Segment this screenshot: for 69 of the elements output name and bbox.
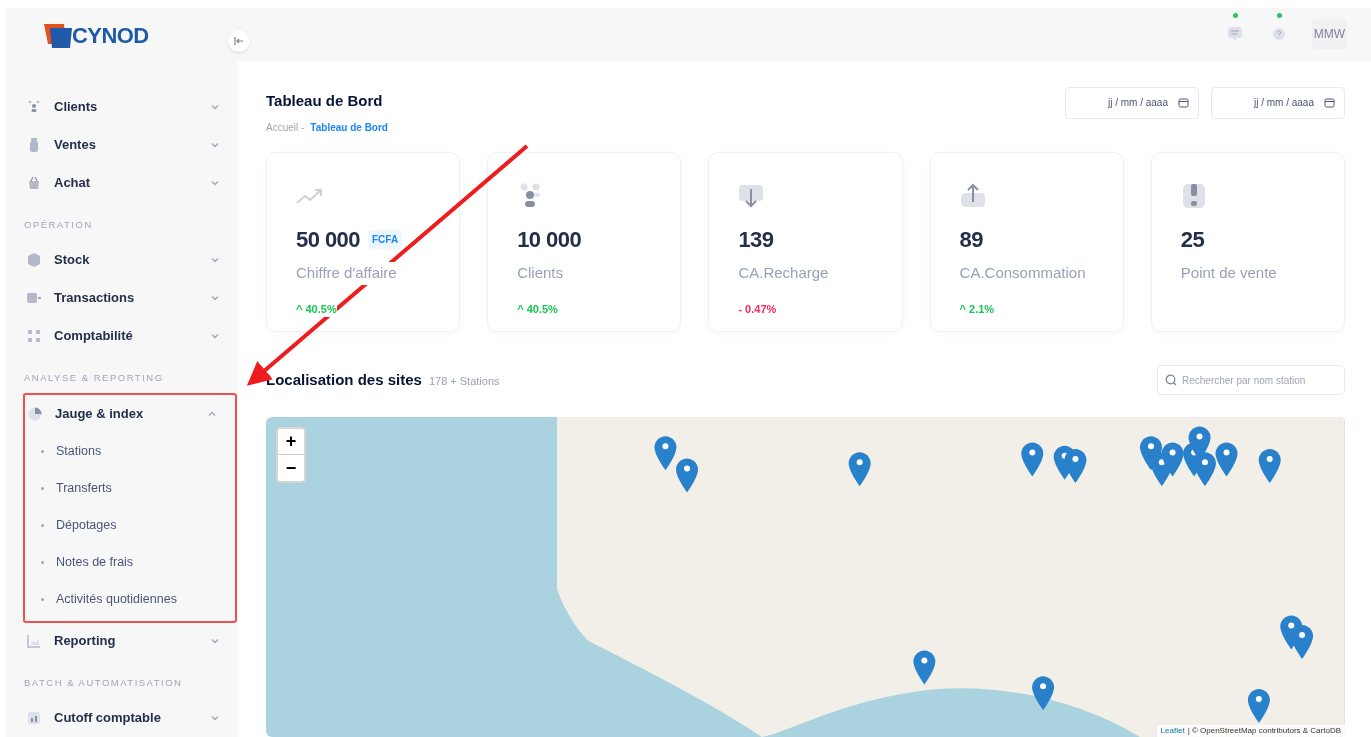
logo-text: CYNOD: [72, 22, 149, 50]
stat-value: 25: [1180, 226, 1205, 254]
nav-item[interactable]: Comptabilité: [6, 317, 238, 355]
nav-item[interactable]: Jauge & index: [25, 395, 235, 433]
section-heading: OPÉRATION: [23, 217, 94, 232]
chevron-down-icon: [210, 331, 220, 341]
nav-item[interactable]: Ventes: [6, 126, 238, 164]
grid-icon: [26, 328, 42, 344]
user-avatar[interactable]: MMW: [1311, 19, 1347, 50]
map-attribution: | © OpenStreetMap contributors & CartoDB: [1187, 725, 1341, 737]
chevron-down-icon: [210, 255, 220, 265]
message-icon: [1227, 27, 1242, 42]
download-icon: [738, 183, 765, 209]
chevron-down-icon: [210, 140, 220, 150]
section-heading: ANALYSE & REPORTING: [23, 370, 165, 385]
search-field[interactable]: Rechercher par nom station: [1157, 365, 1345, 395]
section-title: Localisation des sites: [266, 369, 422, 390]
chevron-down-icon: [210, 178, 220, 188]
chevron-down-icon: [210, 636, 220, 646]
breadcrumb-current: Tableau de Bord: [310, 121, 388, 135]
search-icon: [1165, 374, 1177, 386]
nav-item[interactable]: Transactions: [6, 279, 238, 317]
nav-subitem[interactable]: Stations: [56, 442, 102, 461]
nav-item[interactable]: Reporting: [6, 622, 238, 660]
chevron-down-icon: [210, 293, 220, 303]
nav-item[interactable]: Clients: [6, 88, 238, 126]
upload-icon: [959, 183, 986, 209]
calendar-icon: [1324, 96, 1335, 108]
zoom-in-button[interactable]: +: [278, 429, 304, 455]
stat-value: 139: [738, 226, 774, 254]
collapse-sidebar-button[interactable]: [228, 30, 250, 52]
attribution-link[interactable]: Leaflet: [1160, 725, 1185, 737]
currency-badge: FCFA: [368, 230, 403, 249]
bullet-icon: [41, 598, 44, 601]
basket-icon: [26, 175, 42, 191]
chart-icon: [26, 633, 42, 649]
nav-item[interactable]: Cutoff comptable: [6, 699, 238, 737]
chevron-up-icon: [207, 409, 217, 419]
bullet-icon: [41, 450, 44, 453]
nav-item[interactable]: Achat: [6, 164, 238, 202]
box-icon: [26, 252, 42, 268]
nav-subitem[interactable]: Activités quotidiennes: [56, 590, 177, 609]
stat-value: 50 000: [296, 226, 360, 254]
users-icon: [26, 99, 42, 115]
help-icon: [1272, 28, 1285, 41]
nav-subitem[interactable]: Notes de frais: [56, 553, 134, 572]
nav-subitem[interactable]: Dépotages: [56, 516, 117, 535]
stat-value: 89: [959, 226, 983, 254]
date-field[interactable]: jj / mm / aaaa: [1065, 86, 1199, 119]
nav-item[interactable]: Stock: [6, 241, 238, 279]
pie-icon: [27, 406, 43, 422]
bullet-icon: [41, 524, 44, 527]
page-title: Tableau de Bord: [266, 90, 384, 111]
calendar-icon: [1178, 96, 1189, 108]
map[interactable]: + − Leaflet | © OpenStreetMap contributors & CartoDB: [266, 417, 1345, 737]
zoom-out-button[interactable]: −: [278, 455, 304, 481]
logo-mark-icon: [44, 22, 74, 49]
nav-subitem[interactable]: Transferts: [56, 479, 112, 498]
stat-value: 10 000: [517, 226, 582, 254]
station-count: 178 + Stations: [428, 373, 500, 389]
arrow-left-bar-icon: [234, 36, 244, 46]
chevron-down-icon: [210, 102, 220, 112]
stat-label: Chiffre d'affaire: [296, 262, 397, 285]
bullet-icon: [41, 561, 44, 564]
bullet-icon: [41, 487, 44, 490]
chevron-down-icon: [210, 713, 220, 723]
section-heading: BATCH & AUTOMATISATION: [23, 675, 184, 690]
date-field[interactable]: jj / mm / aaaa: [1211, 86, 1345, 119]
transfer-icon: [26, 290, 42, 306]
